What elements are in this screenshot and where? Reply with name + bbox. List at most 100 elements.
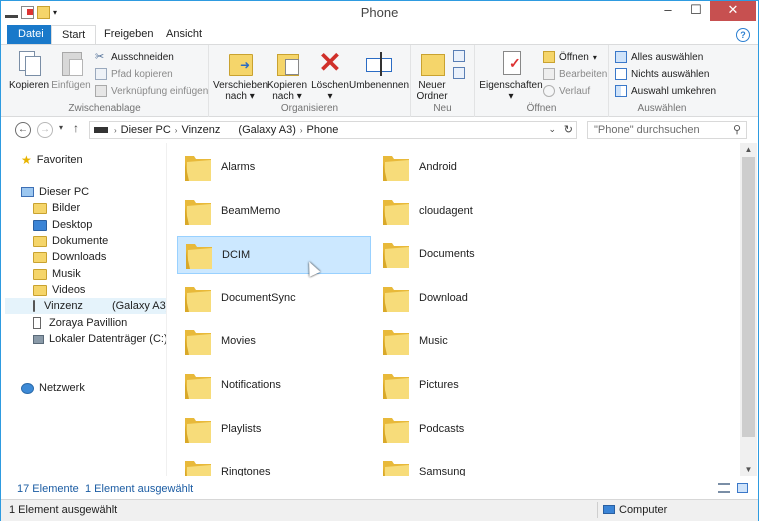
nav-item-label: Zoraya Pavillion <box>49 317 128 329</box>
folder-item[interactable]: Movies <box>177 323 371 361</box>
address-segment[interactable]: Vinzenz <box>181 124 220 136</box>
delete-button[interactable]: ✕ Löschen ▾ <box>311 48 349 103</box>
address-dropdown-icon[interactable]: ⌄ <box>548 124 556 135</box>
computer-icon <box>94 127 108 133</box>
nav-item-bilder[interactable]: Bilder <box>33 200 80 216</box>
select-all-icon <box>615 51 627 63</box>
nav-favorites-label: Favoriten <box>36 154 83 166</box>
nav-network-label: Netzwerk <box>39 382 85 394</box>
folder-icon <box>185 156 211 181</box>
minimize-button[interactable]: – <box>655 1 681 21</box>
recent-dropdown-icon[interactable]: ▾ <box>59 123 63 132</box>
details-view-icon[interactable] <box>718 483 730 493</box>
folder-icon <box>185 417 211 443</box>
address-segment[interactable]: Dieser PC <box>121 124 171 136</box>
up-button[interactable]: ↑ <box>73 121 79 135</box>
properties-button[interactable]: ✓ Eigenschaften ▾ <box>479 48 543 102</box>
folder-item[interactable]: Download <box>375 280 569 318</box>
folder-item[interactable]: cloudagent <box>375 193 569 231</box>
nav-item-desktop[interactable]: Desktop <box>33 217 92 233</box>
tab-datei[interactable]: Datei <box>7 25 55 45</box>
nav-item-user[interactable]: Zoraya Pavillion <box>33 315 127 331</box>
group-open-label: Öffnen <box>526 103 557 114</box>
invert-selection-label: Auswahl umkehren <box>631 85 717 97</box>
easy-access-icon[interactable] <box>453 67 465 79</box>
folder-item[interactable]: Music <box>375 323 569 361</box>
close-button[interactable]: ✕ <box>710 1 756 21</box>
folder-item[interactable]: DocumentSync <box>177 280 371 318</box>
nav-network[interactable]: Netzwerk <box>21 380 85 396</box>
folder-item[interactable]: BeamMemo <box>177 193 371 231</box>
folder-name: DCIM <box>222 249 251 262</box>
nav-item-dokumente[interactable]: Dokumente <box>33 233 108 249</box>
nav-item-label: Desktop <box>52 219 93 231</box>
folder-item[interactable]: Alarms <box>177 149 371 187</box>
forward-button[interactable]: → <box>37 122 53 138</box>
back-button[interactable]: ← <box>15 122 31 138</box>
folder-icon <box>186 244 212 270</box>
select-none-button[interactable]: Nichts auswählen <box>615 68 709 80</box>
folder-item[interactable]: DCIM <box>177 236 371 275</box>
scrollbar-thumb[interactable] <box>742 157 755 437</box>
paste-shortcut-button[interactable]: Verknüpfung einfügen <box>95 85 208 97</box>
open-button[interactable]: Öffnen ▾ <box>543 51 597 63</box>
paste-button[interactable]: Einfügen <box>51 48 91 91</box>
move-to-button[interactable]: ➜ Verschieben nach ▾ <box>213 48 268 102</box>
new-folder-button[interactable]: Neuer Ordner <box>415 48 449 102</box>
nav-favorites[interactable]: ★ Favoriten <box>21 152 83 168</box>
tab-start[interactable]: Start <box>51 25 97 45</box>
help-icon[interactable]: ? <box>736 28 750 42</box>
nav-item-device[interactable]: Vinzenz (Galaxy A3) <box>5 298 166 314</box>
nav-this-pc[interactable]: Dieser PC <box>21 184 89 200</box>
nav-item-videos[interactable]: Videos <box>33 282 85 298</box>
folder-item[interactable]: Pictures <box>375 367 569 405</box>
refresh-icon[interactable]: ↻ <box>564 123 573 136</box>
history-button[interactable]: Verlauf <box>543 85 590 97</box>
address-segment[interactable]: (Galaxy A3) <box>238 124 295 136</box>
address-bar[interactable]: › Dieser PC › Vinzenz (Galaxy A3) › Phon… <box>89 121 577 139</box>
large-icons-view-icon[interactable] <box>737 483 748 493</box>
selected-count: 1 Element ausgewählt <box>85 483 194 495</box>
scroll-down-icon[interactable]: ▼ <box>740 465 757 474</box>
folder-item[interactable]: Notifications <box>177 367 371 405</box>
copy-button[interactable]: Kopieren <box>9 48 49 91</box>
folder-name: Notifications <box>221 379 281 391</box>
new-item-icon[interactable] <box>453 50 465 62</box>
group-organize: ➜ Verschieben nach ▾ Kopieren nach ▾ ✕ L… <box>209 45 411 117</box>
folder-item[interactable]: Documents <box>375 236 569 274</box>
navigation-pane: ★ Favoriten Dieser PC Bilder Desktop Dok… <box>1 143 167 476</box>
scroll-up-icon[interactable]: ▲ <box>740 145 757 154</box>
history-icon <box>543 85 555 97</box>
vertical-scrollbar[interactable]: ▲ ▼ <box>740 143 757 476</box>
move-to-label-2: nach ▾ <box>225 91 255 102</box>
invert-selection-button[interactable]: Auswahl umkehren <box>615 85 716 97</box>
computer-icon <box>603 505 615 514</box>
tab-freigeben[interactable]: Freigeben <box>94 25 164 45</box>
item-count: 17 Elemente <box>17 483 79 495</box>
rename-button[interactable]: Umbenennen <box>349 48 409 91</box>
search-input[interactable]: "Phone" durchsuchen ⚲ <box>587 121 747 139</box>
maximize-button[interactable]: ☐ <box>683 1 709 21</box>
new-folder-label-2: Ordner <box>416 91 448 102</box>
folder-item[interactable]: Ringtones <box>177 454 371 476</box>
folder-item[interactable]: Podcasts <box>375 411 569 449</box>
edit-button[interactable]: Bearbeiten <box>543 68 607 80</box>
folder-icon <box>383 286 409 312</box>
folder-item[interactable]: Playlists <box>177 411 371 449</box>
copy-path-button[interactable]: Pfad kopieren <box>95 68 173 80</box>
folder-item[interactable]: Android <box>375 149 569 187</box>
star-icon: ★ <box>21 153 32 167</box>
nav-item-drive[interactable]: Lokaler Datenträger (C:) <box>33 331 166 347</box>
cut-button[interactable]: ✂ Ausschneiden <box>95 51 174 63</box>
nav-item-musik[interactable]: Musik <box>33 266 81 282</box>
select-all-button[interactable]: Alles auswählen <box>615 51 703 63</box>
address-separator-icon: › <box>299 125 303 135</box>
copy-icon <box>15 48 43 78</box>
nav-item-downloads[interactable]: Downloads <box>33 249 106 265</box>
address-segment[interactable]: Phone <box>307 124 339 136</box>
group-select: Alles auswählen Nichts auswählen Auswahl… <box>609 45 716 117</box>
tab-ansicht[interactable]: Ansicht <box>156 25 212 45</box>
copy-to-button[interactable]: Kopieren nach ▾ <box>265 48 309 102</box>
folder-item[interactable]: Samsung <box>375 454 569 476</box>
edit-label: Bearbeiten <box>559 68 608 80</box>
